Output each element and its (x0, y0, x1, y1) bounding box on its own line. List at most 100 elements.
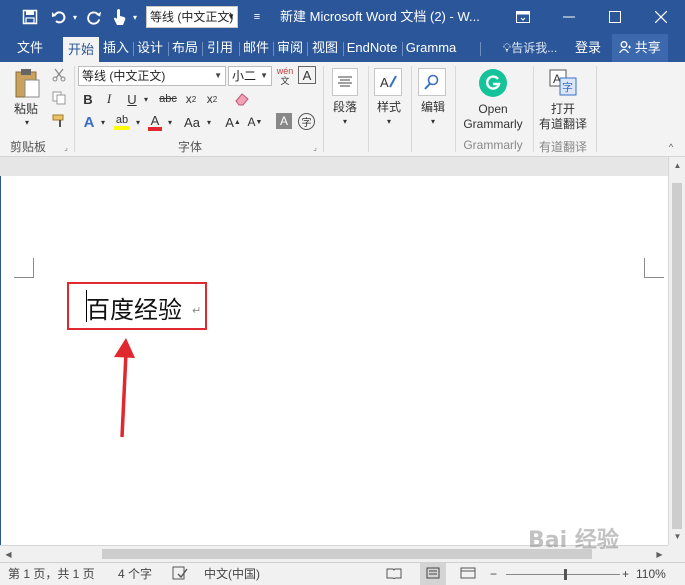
chevron-down-icon: ▼ (227, 12, 235, 21)
group-divider (533, 66, 534, 152)
strikethrough-icon[interactable]: abc (157, 90, 179, 108)
tab-view[interactable]: 视图 (308, 34, 342, 62)
enclose-char-icon[interactable]: 字 (298, 113, 315, 130)
clipboard-launcher-icon[interactable]: ⌟ (61, 142, 71, 152)
horizontal-scroll-thumb[interactable] (102, 549, 592, 559)
tab-design[interactable]: 设计 (134, 34, 166, 62)
editing-dropdown-icon[interactable]: ▾ (428, 116, 438, 126)
youdao-name-label[interactable]: 有道翻译 (536, 117, 590, 132)
share-button[interactable]: 共享 (612, 34, 668, 62)
underline-dropdown-icon[interactable]: ▾ (141, 90, 151, 108)
paste-icon[interactable] (10, 66, 44, 100)
font-launcher-icon[interactable]: ⌟ (310, 142, 320, 152)
tab-layout[interactable]: 布局 (169, 34, 201, 62)
styles-dropdown-icon[interactable]: ▾ (384, 116, 394, 126)
scroll-left-icon[interactable]: ◀ (0, 546, 17, 563)
search-icon[interactable] (418, 68, 446, 96)
bold-icon[interactable]: B (80, 90, 96, 108)
grammarly-icon[interactable] (479, 69, 507, 97)
highlight-color-icon[interactable]: ab (112, 112, 132, 132)
font-name-combo[interactable]: 等线 (中文正文) ▼ (78, 66, 226, 86)
tab-endnote[interactable]: EndNote (344, 34, 400, 62)
editing-label[interactable]: 编辑 (414, 100, 452, 115)
close-icon[interactable] (638, 0, 684, 34)
svg-text:A: A (380, 75, 389, 90)
highlight-dropdown-icon[interactable]: ▾ (133, 112, 143, 132)
login-button[interactable]: 登录 (572, 34, 604, 62)
proofing-icon[interactable] (172, 563, 188, 585)
tab-mailings[interactable]: 邮件 (240, 34, 272, 62)
zoom-in-icon[interactable]: + (622, 563, 634, 585)
tab-grammarly[interactable]: Gramma (403, 34, 459, 62)
cut-icon[interactable] (50, 66, 68, 84)
scroll-right-icon[interactable]: ▶ (651, 546, 668, 563)
maximize-icon[interactable] (592, 0, 638, 34)
web-layout-icon[interactable] (460, 563, 476, 585)
language-indicator[interactable]: 中文(中国) (204, 563, 260, 585)
touch-mode-icon[interactable] (108, 0, 130, 34)
undo-icon[interactable] (48, 0, 70, 34)
change-case-icon[interactable]: Aa (180, 112, 204, 132)
tab-references[interactable]: 引用 (203, 34, 237, 62)
quick-font-value: 等线 (中文正文) (150, 10, 234, 24)
styles-icon[interactable]: A (374, 68, 402, 96)
font-color-icon[interactable]: A (146, 112, 164, 132)
tab-home[interactable]: 开始 (63, 37, 99, 62)
quick-font-combo[interactable]: 等线 (中文正文) ▼ (146, 6, 238, 28)
superscript-icon[interactable]: x2 (203, 90, 221, 108)
save-icon[interactable] (18, 0, 42, 34)
vertical-scroll-thumb[interactable] (672, 183, 682, 529)
paragraph-label[interactable]: 段落 (326, 100, 364, 115)
change-case-dropdown-icon[interactable]: ▾ (204, 112, 214, 132)
print-layout-icon[interactable] (420, 563, 446, 585)
zoom-slider[interactable] (506, 563, 620, 585)
paste-dropdown-icon[interactable]: ▾ (22, 117, 32, 127)
paste-label[interactable]: 粘贴 (8, 102, 44, 117)
translate-icon[interactable]: A字 (548, 68, 578, 98)
zoom-level[interactable]: 110% (636, 563, 666, 585)
char-border-icon[interactable]: A (298, 66, 316, 84)
youdao-open-label[interactable]: 打开 (536, 102, 590, 117)
redo-icon[interactable] (84, 0, 104, 34)
vertical-scrollbar[interactable]: ▲ ▼ (668, 157, 685, 545)
zoom-slider-thumb[interactable] (564, 569, 567, 580)
collapse-ribbon-icon[interactable]: ^ (664, 142, 678, 152)
document-title: 新建 Microsoft Word 文档 (2) - W... (280, 9, 480, 24)
customize-toolbar-icon[interactable]: ≡ (250, 0, 264, 34)
read-mode-icon[interactable] (386, 563, 402, 585)
word-count[interactable]: 4 个字 (118, 563, 152, 585)
char-shading-icon[interactable]: A (276, 113, 292, 129)
ribbon: 粘贴 ▾ 剪贴板 ⌟ 等线 (中文正文) ▼ 小二 ▼ wén 文 A B I U… (0, 62, 685, 157)
subscript-icon[interactable]: x2 (182, 90, 200, 108)
touch-dropdown-icon[interactable]: ▾ (130, 0, 140, 34)
text-effects-icon[interactable]: A (80, 112, 98, 132)
grammarly-name-label[interactable]: Grammarly (458, 117, 528, 132)
tab-insert[interactable]: 插入 (100, 34, 132, 62)
underline-icon[interactable]: U (124, 90, 140, 108)
zoom-out-icon[interactable]: − (490, 563, 502, 585)
page-count[interactable]: 第 1 页，共 1 页 (8, 563, 95, 585)
scroll-up-icon[interactable]: ▲ (669, 157, 685, 174)
italic-icon[interactable]: I (101, 90, 117, 108)
svg-text:字: 字 (562, 80, 573, 94)
styles-label[interactable]: 样式 (370, 100, 408, 115)
minimize-icon[interactable] (546, 0, 592, 34)
paragraph-dropdown-icon[interactable]: ▾ (340, 116, 350, 126)
text-effects-dropdown-icon[interactable]: ▾ (98, 112, 108, 132)
scroll-down-icon[interactable]: ▼ (669, 528, 685, 545)
grammarly-open-label[interactable]: Open (458, 102, 528, 117)
tab-review[interactable]: 审阅 (274, 34, 306, 62)
font-size-combo[interactable]: 小二 ▼ (228, 66, 272, 86)
undo-dropdown-icon[interactable]: ▾ (70, 0, 80, 34)
grow-font-icon[interactable]: A ▲ (224, 112, 242, 132)
paragraph-icon[interactable] (332, 68, 358, 96)
tab-file[interactable]: 文件 (10, 34, 50, 62)
clear-formatting-icon[interactable] (232, 90, 252, 108)
tell-me-box[interactable]: 💡︎告诉我... (496, 34, 564, 62)
copy-icon[interactable] (50, 89, 68, 107)
format-painter-icon[interactable] (50, 112, 68, 130)
phonetic-guide-icon[interactable]: wén 文 (275, 65, 295, 87)
shrink-font-icon[interactable]: A ▼ (246, 112, 264, 132)
ribbon-display-icon[interactable] (500, 0, 546, 34)
font-color-dropdown-icon[interactable]: ▾ (165, 112, 175, 132)
